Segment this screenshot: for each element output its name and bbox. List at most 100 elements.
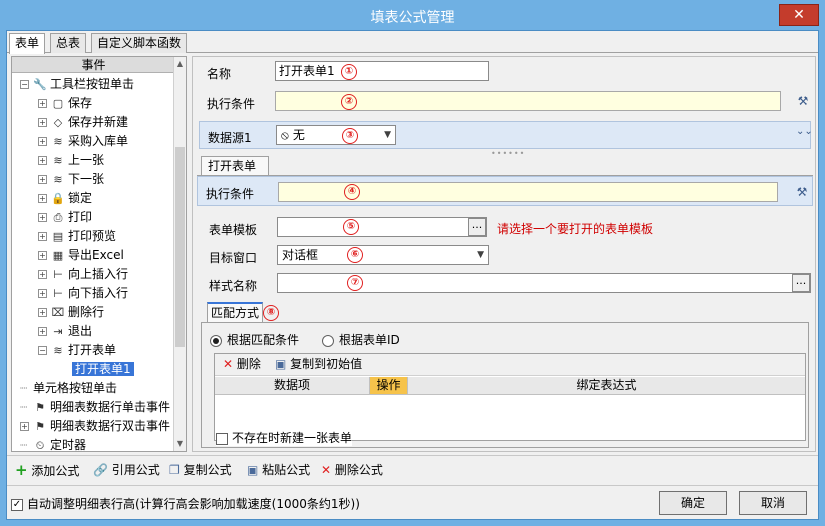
radio-match-id[interactable]: 根据表单ID: [322, 331, 400, 348]
template-input[interactable]: [277, 217, 487, 237]
scroll-down-icon[interactable]: ▼: [174, 437, 186, 451]
tree-node[interactable]: + ≋ 上一张: [38, 151, 104, 170]
expand-plus-icon[interactable]: +: [38, 251, 47, 260]
grid-col-expr[interactable]: 绑定表达式: [408, 377, 805, 395]
save-icon: ▢: [52, 97, 64, 110]
datasource-select[interactable]: ⦸ 无 ▼: [276, 125, 396, 145]
preview-icon: ▤: [52, 230, 64, 243]
tree-node[interactable]: 打开表单1: [72, 360, 134, 379]
marker-2: ②: [341, 94, 357, 110]
tree-node-label: 下一张: [68, 172, 105, 186]
expand-plus-icon[interactable]: +: [38, 99, 47, 108]
tree-node[interactable]: + ▦ 导出Excel: [38, 246, 124, 265]
expand-plus-icon[interactable]: +: [38, 213, 47, 222]
tab-custom-script[interactable]: 自定义脚本函数: [91, 33, 188, 53]
close-button[interactable]: ✕: [779, 4, 819, 26]
expand-plus-icon[interactable]: +: [38, 156, 47, 165]
tree-node[interactable]: − 🔧 工具栏按钮单击: [20, 75, 134, 94]
expand-plus-icon[interactable]: +: [38, 194, 47, 203]
auto-height-label: 自动调整明细表行高(计算行高会影响加载速度(1000条约1秒)): [27, 497, 360, 511]
expand-plus-icon[interactable]: +: [20, 422, 29, 431]
template-label: 表单模板: [209, 223, 258, 237]
tree-node-label: 工具栏按钮单击: [50, 77, 135, 91]
tree-node[interactable]: ┈ 单元格按钮单击: [20, 379, 117, 398]
delete-formula-button[interactable]: ✕ 删除公式: [321, 460, 383, 480]
tree-node[interactable]: ┈ ⚑ 明细表数据行单击事件: [20, 398, 170, 417]
grid-delete-button[interactable]: ✕ 删除: [223, 354, 261, 374]
tree-node-label: 打开表单: [68, 343, 117, 357]
tree-node[interactable]: + ▢ 保存: [38, 94, 92, 113]
expand-plus-icon[interactable]: +: [38, 137, 47, 146]
grid-col-op[interactable]: 操作: [370, 377, 408, 395]
tree-node-label: 上一张: [68, 153, 105, 167]
paste-formula-button[interactable]: ▣ 粘贴公式: [247, 460, 310, 480]
tree-node[interactable]: ┈ ⏲ 定时器: [20, 436, 86, 452]
grid-copy-initial-button[interactable]: ▣ 复制到初始值: [275, 354, 362, 374]
expand-plus-icon[interactable]: +: [38, 270, 47, 279]
formula-editor: 名称 打开表单1 ① 执行条件 ② ⚒ 数据源1 ⦸ 无 ▼ ③ ⌄⌄ •••••…: [192, 56, 816, 452]
tree-node[interactable]: + ⚑ 明细表数据行双击事件: [20, 417, 170, 436]
tree-node[interactable]: + ⌧ 删除行: [38, 303, 104, 322]
collapse-minus-icon[interactable]: −: [38, 346, 47, 355]
scroll-thumb[interactable]: [175, 147, 185, 347]
lock-icon: 🔒: [51, 192, 65, 205]
add-formula-button[interactable]: + 添加公式: [15, 460, 79, 481]
tab-open-form[interactable]: 打开表单: [201, 156, 269, 176]
tree-node[interactable]: + ▤ 打印预览: [38, 227, 116, 246]
tree-node[interactable]: + ◇ 保存并新建: [38, 113, 128, 132]
delete-x-icon: ✕: [223, 357, 234, 371]
auto-height-checkbox[interactable]: ✓ 自动调整明细表行高(计算行高会影响加载速度(1000条约1秒)): [11, 495, 360, 512]
tree-node[interactable]: − ≋ 打开表单: [38, 341, 116, 360]
expand-plus-icon[interactable]: +: [38, 308, 47, 317]
stack-icon: ≋: [53, 135, 63, 148]
collapse-minus-icon[interactable]: −: [20, 80, 29, 89]
target-window-select[interactable]: 对话框 ▼: [277, 245, 489, 265]
name-input[interactable]: 打开表单1: [275, 61, 489, 81]
expand-plus-icon[interactable]: +: [38, 232, 47, 241]
timer-icon: ⏲: [35, 439, 45, 452]
radio-match-id-label: 根据表单ID: [339, 333, 400, 347]
create-new-label: 不存在时新建一张表单: [232, 431, 353, 445]
tab-summary[interactable]: 总表: [50, 33, 87, 53]
magic-wand-icon[interactable]: ⚒: [795, 93, 811, 109]
exit-icon: ⇥: [53, 325, 63, 338]
expand-plus-icon[interactable]: +: [38, 327, 47, 336]
binding-grid: ✕ 删除 ▣ 复制到初始值 数据项 操作 绑定表达式: [214, 353, 806, 441]
dialog-client: 表单 总表 自定义脚本函数 事件 − 🔧 工具栏按钮单击 + ▢ 保存 + ◇ 保存并新建 + ≋ 采…: [6, 30, 819, 520]
splitter-grip-icon[interactable]: ••••••: [491, 149, 525, 158]
tree-node-label: 保存并新建: [68, 115, 129, 129]
template-browse-button[interactable]: ...: [468, 218, 486, 236]
expand-plus-icon[interactable]: +: [38, 175, 47, 184]
scroll-up-icon[interactable]: ▲: [174, 57, 186, 71]
tree-node[interactable]: + ⊢ 向上插入行: [38, 265, 128, 284]
cancel-button[interactable]: 取消: [739, 491, 807, 515]
grid-col-data[interactable]: 数据项: [215, 377, 370, 395]
magic-wand-icon-2[interactable]: ⚒: [794, 184, 810, 200]
tree-node-label: 锁定: [68, 191, 93, 205]
expand-plus-icon[interactable]: +: [38, 118, 47, 127]
copy-formula-button[interactable]: ❐ 复制公式: [169, 460, 232, 480]
checkbox-empty-icon: [216, 432, 228, 445]
radio-match-condition-label: 根据匹配条件: [227, 333, 300, 347]
tab-match-mode[interactable]: 匹配方式: [207, 302, 263, 322]
tree-node-label: 退出: [68, 324, 93, 338]
condition-label: 执行条件: [207, 97, 256, 111]
collapse-chevron-icon[interactable]: ⌄⌄: [796, 126, 813, 137]
checkbox-checked-icon: ✓: [11, 498, 23, 511]
tree-scrollbar[interactable]: ▲ ▼: [173, 57, 186, 451]
tree-node[interactable]: + ⇥ 退出: [38, 322, 92, 341]
radio-match-condition[interactable]: 根据匹配条件: [210, 331, 299, 348]
ref-formula-button[interactable]: 🔗 引用公式: [93, 460, 160, 480]
create-new-checkbox[interactable]: 不存在时新建一张表单: [216, 429, 353, 446]
tab-form[interactable]: 表单: [9, 33, 46, 54]
ok-button[interactable]: 确定: [659, 491, 727, 515]
tree-node[interactable]: + ≋ 采购入库单: [38, 132, 128, 151]
style-browse-button[interactable]: ...: [792, 274, 810, 292]
expand-plus-icon[interactable]: +: [38, 289, 47, 298]
delete-x-icon-2: ✕: [321, 463, 332, 477]
tree-node[interactable]: + 🔒 锁定: [38, 189, 92, 208]
tree-node[interactable]: + ⊢ 向下插入行: [38, 284, 128, 303]
tree-node-label: 明细表数据行双击事件: [50, 419, 171, 433]
tree-node[interactable]: + ≋ 下一张: [38, 170, 104, 189]
tree-node[interactable]: + ⎙ 打印: [38, 208, 92, 227]
